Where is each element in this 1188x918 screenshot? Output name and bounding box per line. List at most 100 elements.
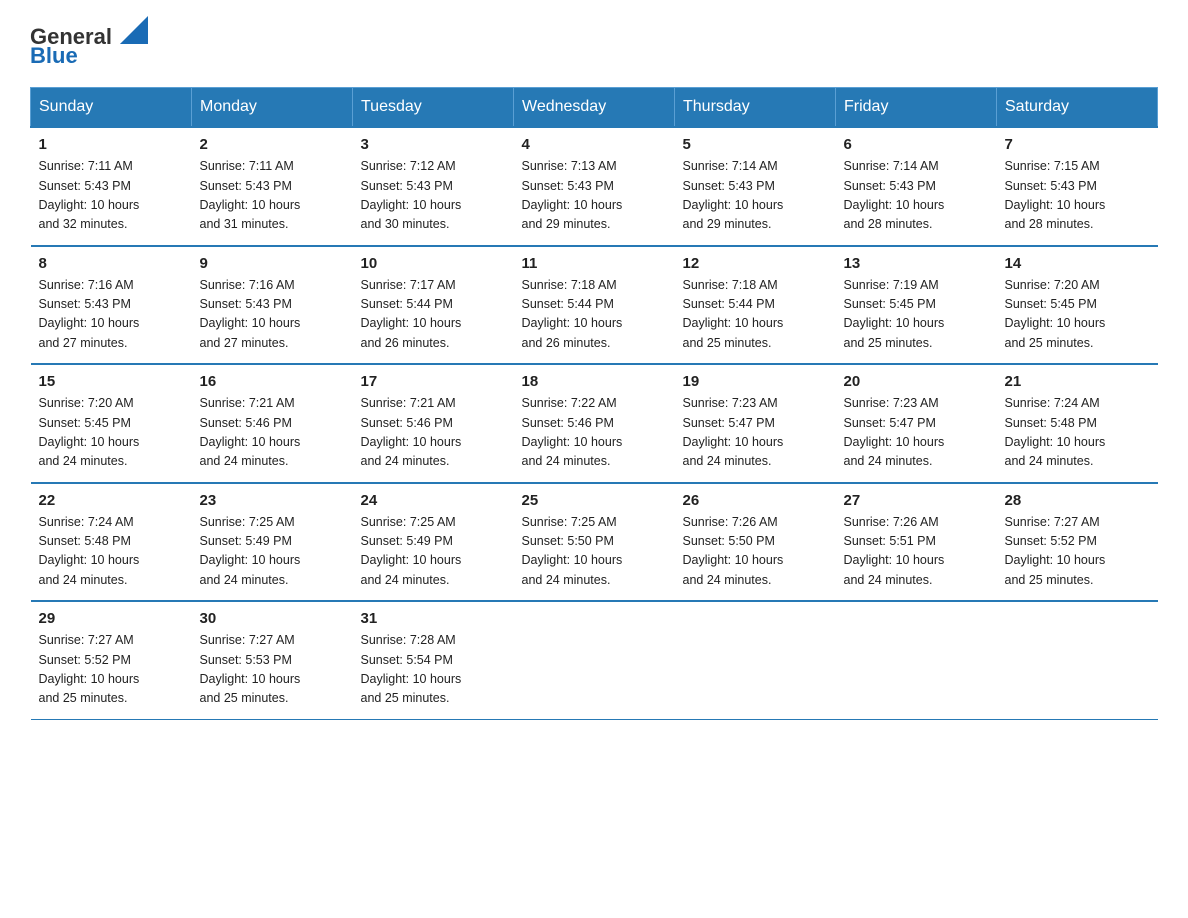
day-number: 31 bbox=[361, 610, 506, 627]
day-info: Sunrise: 7:18 AMSunset: 5:44 PMDaylight:… bbox=[683, 278, 784, 350]
day-number: 25 bbox=[522, 492, 667, 509]
day-number: 27 bbox=[844, 492, 989, 509]
day-info: Sunrise: 7:13 AMSunset: 5:43 PMDaylight:… bbox=[522, 159, 623, 231]
calendar-cell: 15 Sunrise: 7:20 AMSunset: 5:45 PMDaylig… bbox=[31, 365, 192, 483]
calendar-cell: 17 Sunrise: 7:21 AMSunset: 5:46 PMDaylig… bbox=[353, 365, 514, 483]
calendar-cell: 31 Sunrise: 7:28 AMSunset: 5:54 PMDaylig… bbox=[353, 602, 514, 719]
weekday-header-row: SundayMondayTuesdayWednesdayThursdayFrid… bbox=[31, 88, 1158, 128]
calendar-cell: 29 Sunrise: 7:27 AMSunset: 5:52 PMDaylig… bbox=[31, 602, 192, 719]
calendar-cell bbox=[997, 602, 1158, 719]
calendar-week-row: 22 Sunrise: 7:24 AMSunset: 5:48 PMDaylig… bbox=[31, 484, 1158, 602]
calendar-cell: 27 Sunrise: 7:26 AMSunset: 5:51 PMDaylig… bbox=[836, 484, 997, 602]
day-number: 26 bbox=[683, 492, 828, 509]
calendar-cell: 8 Sunrise: 7:16 AMSunset: 5:43 PMDayligh… bbox=[31, 247, 192, 365]
weekday-header-tuesday: Tuesday bbox=[353, 88, 514, 128]
page-header: General Blue bbox=[30, 20, 1158, 69]
weekday-header-sunday: Sunday bbox=[31, 88, 192, 128]
calendar-cell: 11 Sunrise: 7:18 AMSunset: 5:44 PMDaylig… bbox=[514, 247, 675, 365]
day-number: 12 bbox=[683, 255, 828, 272]
day-info: Sunrise: 7:21 AMSunset: 5:46 PMDaylight:… bbox=[200, 396, 301, 468]
day-number: 8 bbox=[39, 255, 184, 272]
day-info: Sunrise: 7:25 AMSunset: 5:50 PMDaylight:… bbox=[522, 515, 623, 587]
day-info: Sunrise: 7:24 AMSunset: 5:48 PMDaylight:… bbox=[39, 515, 140, 587]
day-info: Sunrise: 7:25 AMSunset: 5:49 PMDaylight:… bbox=[361, 515, 462, 587]
day-number: 16 bbox=[200, 373, 345, 390]
calendar-week-row: 29 Sunrise: 7:27 AMSunset: 5:52 PMDaylig… bbox=[31, 602, 1158, 719]
day-info: Sunrise: 7:25 AMSunset: 5:49 PMDaylight:… bbox=[200, 515, 301, 587]
calendar-cell: 28 Sunrise: 7:27 AMSunset: 5:52 PMDaylig… bbox=[997, 484, 1158, 602]
day-number: 2 bbox=[200, 136, 345, 153]
day-number: 28 bbox=[1005, 492, 1150, 509]
day-info: Sunrise: 7:19 AMSunset: 5:45 PMDaylight:… bbox=[844, 278, 945, 350]
logo: General Blue bbox=[30, 20, 148, 69]
calendar-cell: 6 Sunrise: 7:14 AMSunset: 5:43 PMDayligh… bbox=[836, 127, 997, 246]
day-info: Sunrise: 7:27 AMSunset: 5:52 PMDaylight:… bbox=[1005, 515, 1106, 587]
day-number: 22 bbox=[39, 492, 184, 509]
weekday-header-friday: Friday bbox=[836, 88, 997, 128]
day-info: Sunrise: 7:18 AMSunset: 5:44 PMDaylight:… bbox=[522, 278, 623, 350]
calendar-cell bbox=[514, 602, 675, 719]
calendar-cell: 26 Sunrise: 7:26 AMSunset: 5:50 PMDaylig… bbox=[675, 484, 836, 602]
day-number: 5 bbox=[683, 136, 828, 153]
calendar-cell: 2 Sunrise: 7:11 AMSunset: 5:43 PMDayligh… bbox=[192, 127, 353, 246]
calendar-cell: 4 Sunrise: 7:13 AMSunset: 5:43 PMDayligh… bbox=[514, 127, 675, 246]
day-info: Sunrise: 7:20 AMSunset: 5:45 PMDaylight:… bbox=[39, 396, 140, 468]
calendar-cell: 3 Sunrise: 7:12 AMSunset: 5:43 PMDayligh… bbox=[353, 127, 514, 246]
day-info: Sunrise: 7:23 AMSunset: 5:47 PMDaylight:… bbox=[683, 396, 784, 468]
weekday-header-thursday: Thursday bbox=[675, 88, 836, 128]
day-number: 20 bbox=[844, 373, 989, 390]
calendar-cell: 23 Sunrise: 7:25 AMSunset: 5:49 PMDaylig… bbox=[192, 484, 353, 602]
weekday-header-monday: Monday bbox=[192, 88, 353, 128]
calendar-cell: 20 Sunrise: 7:23 AMSunset: 5:47 PMDaylig… bbox=[836, 365, 997, 483]
calendar-cell: 22 Sunrise: 7:24 AMSunset: 5:48 PMDaylig… bbox=[31, 484, 192, 602]
calendar-cell: 25 Sunrise: 7:25 AMSunset: 5:50 PMDaylig… bbox=[514, 484, 675, 602]
day-number: 6 bbox=[844, 136, 989, 153]
calendar-cell: 1 Sunrise: 7:11 AMSunset: 5:43 PMDayligh… bbox=[31, 127, 192, 246]
day-number: 14 bbox=[1005, 255, 1150, 272]
day-number: 11 bbox=[522, 255, 667, 272]
logo-icon bbox=[120, 16, 148, 44]
day-info: Sunrise: 7:11 AMSunset: 5:43 PMDaylight:… bbox=[39, 159, 140, 231]
day-info: Sunrise: 7:21 AMSunset: 5:46 PMDaylight:… bbox=[361, 396, 462, 468]
calendar-cell: 13 Sunrise: 7:19 AMSunset: 5:45 PMDaylig… bbox=[836, 247, 997, 365]
day-info: Sunrise: 7:14 AMSunset: 5:43 PMDaylight:… bbox=[683, 159, 784, 231]
calendar-cell: 16 Sunrise: 7:21 AMSunset: 5:46 PMDaylig… bbox=[192, 365, 353, 483]
day-number: 29 bbox=[39, 610, 184, 627]
calendar-cell: 10 Sunrise: 7:17 AMSunset: 5:44 PMDaylig… bbox=[353, 247, 514, 365]
calendar-week-row: 1 Sunrise: 7:11 AMSunset: 5:43 PMDayligh… bbox=[31, 127, 1158, 246]
day-info: Sunrise: 7:12 AMSunset: 5:43 PMDaylight:… bbox=[361, 159, 462, 231]
calendar-cell: 24 Sunrise: 7:25 AMSunset: 5:49 PMDaylig… bbox=[353, 484, 514, 602]
day-info: Sunrise: 7:22 AMSunset: 5:46 PMDaylight:… bbox=[522, 396, 623, 468]
day-info: Sunrise: 7:20 AMSunset: 5:45 PMDaylight:… bbox=[1005, 278, 1106, 350]
calendar-week-row: 15 Sunrise: 7:20 AMSunset: 5:45 PMDaylig… bbox=[31, 365, 1158, 483]
weekday-header-wednesday: Wednesday bbox=[514, 88, 675, 128]
day-info: Sunrise: 7:15 AMSunset: 5:43 PMDaylight:… bbox=[1005, 159, 1106, 231]
calendar-table: SundayMondayTuesdayWednesdayThursdayFrid… bbox=[30, 87, 1158, 720]
day-number: 24 bbox=[361, 492, 506, 509]
calendar-cell bbox=[836, 602, 997, 719]
day-info: Sunrise: 7:26 AMSunset: 5:51 PMDaylight:… bbox=[844, 515, 945, 587]
day-info: Sunrise: 7:27 AMSunset: 5:53 PMDaylight:… bbox=[200, 633, 301, 705]
day-number: 4 bbox=[522, 136, 667, 153]
day-number: 17 bbox=[361, 373, 506, 390]
day-info: Sunrise: 7:28 AMSunset: 5:54 PMDaylight:… bbox=[361, 633, 462, 705]
day-info: Sunrise: 7:16 AMSunset: 5:43 PMDaylight:… bbox=[200, 278, 301, 350]
day-number: 15 bbox=[39, 373, 184, 390]
calendar-cell: 14 Sunrise: 7:20 AMSunset: 5:45 PMDaylig… bbox=[997, 247, 1158, 365]
day-info: Sunrise: 7:26 AMSunset: 5:50 PMDaylight:… bbox=[683, 515, 784, 587]
day-number: 21 bbox=[1005, 373, 1150, 390]
day-number: 23 bbox=[200, 492, 345, 509]
day-number: 7 bbox=[1005, 136, 1150, 153]
day-number: 19 bbox=[683, 373, 828, 390]
calendar-cell: 7 Sunrise: 7:15 AMSunset: 5:43 PMDayligh… bbox=[997, 127, 1158, 246]
calendar-cell: 21 Sunrise: 7:24 AMSunset: 5:48 PMDaylig… bbox=[997, 365, 1158, 483]
day-info: Sunrise: 7:17 AMSunset: 5:44 PMDaylight:… bbox=[361, 278, 462, 350]
calendar-cell: 5 Sunrise: 7:14 AMSunset: 5:43 PMDayligh… bbox=[675, 127, 836, 246]
day-number: 3 bbox=[361, 136, 506, 153]
day-info: Sunrise: 7:24 AMSunset: 5:48 PMDaylight:… bbox=[1005, 396, 1106, 468]
day-number: 18 bbox=[522, 373, 667, 390]
calendar-cell: 12 Sunrise: 7:18 AMSunset: 5:44 PMDaylig… bbox=[675, 247, 836, 365]
day-info: Sunrise: 7:27 AMSunset: 5:52 PMDaylight:… bbox=[39, 633, 140, 705]
day-number: 1 bbox=[39, 136, 184, 153]
day-number: 9 bbox=[200, 255, 345, 272]
